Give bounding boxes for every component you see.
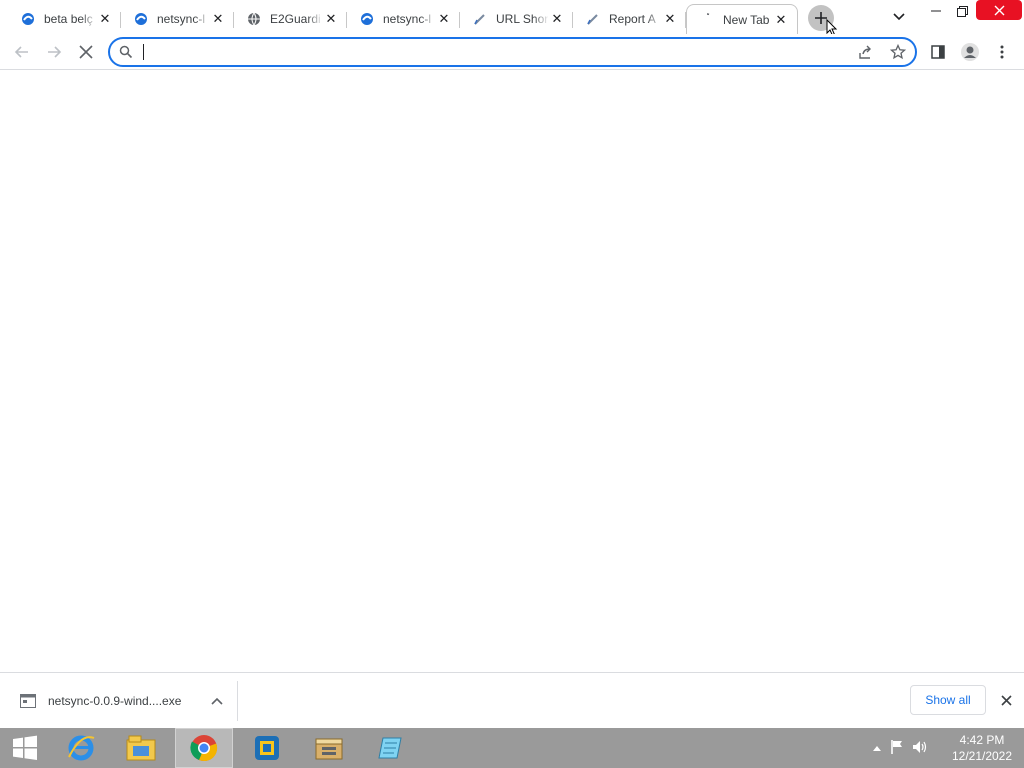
virtualbox-icon[interactable] — [238, 728, 296, 768]
search-icon — [119, 45, 133, 62]
stop-icon — [79, 45, 93, 59]
tab-title: Report A — [609, 12, 656, 26]
windows-taskbar: 4:42 PM 12/21/2022 — [0, 728, 1024, 768]
chevron-up-icon[interactable] — [211, 697, 223, 705]
tab-strip: beta belç ✕ netsync-l ✕ E2Guardi ✕ netsy… — [8, 2, 798, 34]
forward-button[interactable] — [42, 40, 66, 64]
minimize-icon — [931, 10, 941, 12]
tab-4[interactable]: netsync-l ✕ — [347, 4, 460, 34]
close-icon[interactable]: ✕ — [210, 11, 226, 27]
close-icon — [994, 5, 1004, 15]
chevron-down-icon — [893, 13, 905, 21]
close-icon[interactable]: ✕ — [323, 11, 339, 27]
clock-date: 12/21/2022 — [951, 749, 1013, 763]
tab-title: netsync-l — [383, 12, 432, 26]
tab-3[interactable]: E2Guardi ✕ — [234, 4, 347, 34]
close-icon[interactable]: ✕ — [773, 12, 789, 28]
tab-title: beta belç — [44, 12, 93, 26]
show-hidden-icons-icon[interactable] — [872, 741, 882, 755]
file-icon — [20, 694, 36, 708]
notepad-icon[interactable] — [362, 728, 420, 768]
browser-titlebar: beta belç ✕ netsync-l ✕ E2Guardi ✕ netsy… — [0, 0, 1024, 37]
restore-button[interactable] — [947, 0, 977, 22]
speaker-icon[interactable] — [912, 739, 928, 758]
tab-new-tab[interactable]: New Tab ✕ — [686, 4, 798, 34]
side-panel-icon — [931, 45, 945, 59]
side-panel-button[interactable] — [926, 40, 950, 64]
loading-icon — [699, 12, 715, 28]
start-button[interactable] — [0, 728, 50, 768]
tab-title: E2Guardi — [270, 12, 321, 26]
kebab-menu-icon — [1000, 45, 1004, 59]
action-center-flag-icon[interactable] — [890, 739, 904, 758]
menu-button[interactable] — [990, 40, 1014, 64]
taskbar-clock[interactable]: 4:42 PM 12/21/2022 — [944, 732, 1020, 764]
download-item[interactable]: netsync-0.0.9-wind....exe — [8, 681, 238, 721]
tab-6[interactable]: Report A ✕ — [573, 4, 686, 34]
file-explorer-icon[interactable] — [112, 728, 170, 768]
close-icon — [1000, 694, 1012, 706]
edge-blue-icon — [20, 11, 36, 27]
pen-icon — [585, 11, 601, 27]
back-button[interactable] — [10, 40, 34, 64]
download-file-name: netsync-0.0.9-wind....exe — [48, 694, 182, 708]
chrome-icon[interactable] — [175, 728, 233, 768]
clock-time: 4:42 PM — [959, 733, 1005, 747]
stop-button[interactable] — [74, 40, 98, 64]
text-caret — [143, 44, 144, 60]
address-bar[interactable] — [108, 37, 917, 67]
window-close-button[interactable] — [976, 0, 1022, 20]
archive-icon[interactable] — [300, 728, 358, 768]
restore-icon — [956, 5, 968, 17]
arrow-left-icon — [14, 46, 28, 58]
profile-avatar-icon — [961, 43, 979, 61]
show-all-button[interactable]: Show all — [910, 685, 986, 715]
tab-title: New Tab — [723, 12, 770, 27]
tab-1[interactable]: beta belç ✕ — [8, 4, 121, 34]
share-icon[interactable] — [858, 44, 874, 63]
globe-icon — [246, 11, 262, 27]
close-icon[interactable]: ✕ — [436, 11, 452, 27]
tab-2[interactable]: netsync-l ✕ — [121, 4, 234, 34]
tab-title: netsync-l — [157, 12, 206, 26]
tab-search-button[interactable] — [889, 8, 909, 26]
system-tray — [872, 728, 928, 768]
download-shelf-close-button[interactable] — [996, 690, 1016, 710]
browser-toolbar — [0, 34, 1024, 70]
edge-blue-icon — [133, 11, 149, 27]
address-input[interactable] — [142, 42, 842, 62]
tab-title: URL Shor — [496, 12, 549, 26]
download-shelf: netsync-0.0.9-wind....exe Show all — [0, 672, 1024, 728]
close-icon[interactable]: ✕ — [662, 11, 678, 27]
profile-button[interactable] — [958, 40, 982, 64]
arrow-right-icon — [48, 46, 62, 58]
close-icon[interactable]: ✕ — [549, 11, 565, 27]
tab-5[interactable]: URL Shor ✕ — [460, 4, 573, 34]
page-content — [0, 70, 1024, 672]
windows-logo-icon — [13, 735, 37, 760]
edge-blue-icon — [359, 11, 375, 27]
internet-explorer-icon[interactable] — [52, 728, 110, 768]
close-icon[interactable]: ✕ — [97, 11, 113, 27]
pen-icon — [472, 11, 488, 27]
bookmark-star-icon[interactable] — [889, 43, 907, 63]
